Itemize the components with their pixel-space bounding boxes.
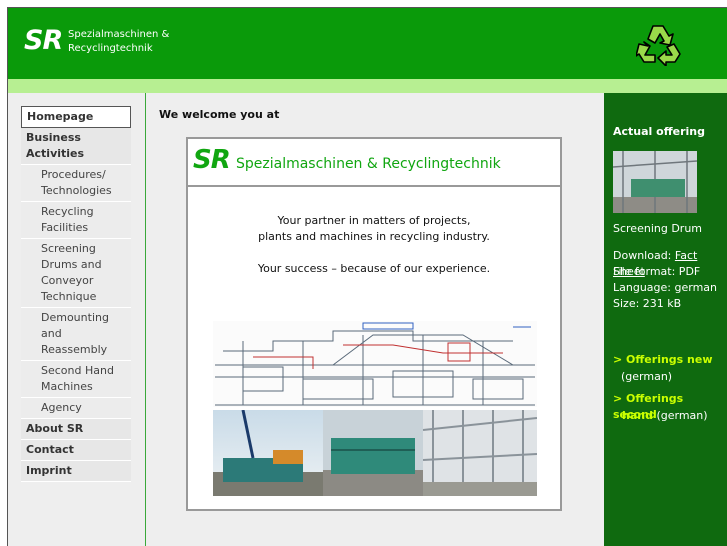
logo-line-2: Recyclingtechnik	[68, 43, 153, 54]
nav-screening-drums[interactable]: Screening Drums and Conveyor Technique	[21, 239, 131, 308]
offer-title: Actual offering	[613, 125, 705, 138]
file-language: Language: german	[613, 281, 717, 294]
nav-homepage[interactable]: Homepage	[21, 106, 131, 128]
file-format: File format: PDF	[613, 265, 701, 278]
logo-sr[interactable]: SR	[24, 25, 63, 56]
page-frame: SR Spezialmaschinen & Recyclingtechnik H…	[7, 7, 727, 546]
nav-about-sr[interactable]: About SR	[21, 419, 131, 440]
offerings-new-link[interactable]: > Offerings new	[613, 353, 713, 366]
screening-drum-thumbnail[interactable]	[613, 151, 697, 213]
offerings-new-lang: (german)	[621, 370, 673, 383]
offer-caption: Screening Drum	[613, 222, 703, 235]
file-size: Size: 231 kB	[613, 297, 682, 310]
plant-drawing-image	[213, 321, 537, 407]
offerings-second-lang: (german)	[656, 409, 708, 422]
nav-procedures-technologies[interactable]: Procedures/ Technologies	[21, 165, 131, 202]
offerings-new-item: > Offerings new	[613, 352, 713, 368]
nav-contact[interactable]: Contact	[21, 440, 131, 461]
sidebar-nav: Homepage Business Activities Procedures/…	[21, 106, 131, 482]
nav-demounting-reassembly[interactable]: Demounting and Reassembly	[21, 308, 131, 361]
nav-business-activities[interactable]: Business Activities	[21, 128, 131, 165]
welcome-box: SR Spezialmaschinen & Recyclingtechnik Y…	[186, 137, 562, 511]
tagline-line-3: Your success – because of our experience…	[257, 262, 491, 275]
tagline-line-1: Your partner in matters of projects,	[277, 214, 471, 227]
nav-second-hand-machines[interactable]: Second Hand Machines	[21, 361, 131, 398]
download-label: Download:	[613, 249, 675, 262]
offerings-second-link-hand[interactable]: hand	[622, 409, 653, 422]
nav-imprint[interactable]: Imprint	[21, 461, 131, 482]
logo-line-1: Spezialmaschinen &	[68, 29, 170, 40]
box-header: SR Spezialmaschinen & Recyclingtechnik	[188, 139, 560, 187]
offerings-second-line-2: hand (german)	[622, 408, 708, 424]
recycling-icon	[636, 25, 681, 66]
offer-panel: Actual offering Screening Drum Download:…	[604, 93, 727, 546]
nav-recycling-facilities[interactable]: Recycling Facilities	[21, 202, 131, 239]
box-title: Spezialmaschinen & Recyclingtechnik	[236, 156, 501, 172]
tagline-line-2: plants and machines in recycling industr…	[258, 230, 490, 243]
logo-company-name: Spezialmaschinen & Recyclingtechnik	[68, 28, 169, 56]
nav-agency[interactable]: Agency	[21, 398, 131, 419]
box-logo-sr: SR	[193, 145, 231, 175]
machinery-photos-image	[213, 410, 537, 496]
welcome-heading: We welcome you at	[159, 108, 280, 121]
header-accent-bar	[8, 79, 727, 93]
content-divider	[145, 93, 146, 546]
site-header: SR Spezialmaschinen & Recyclingtechnik	[8, 8, 727, 79]
